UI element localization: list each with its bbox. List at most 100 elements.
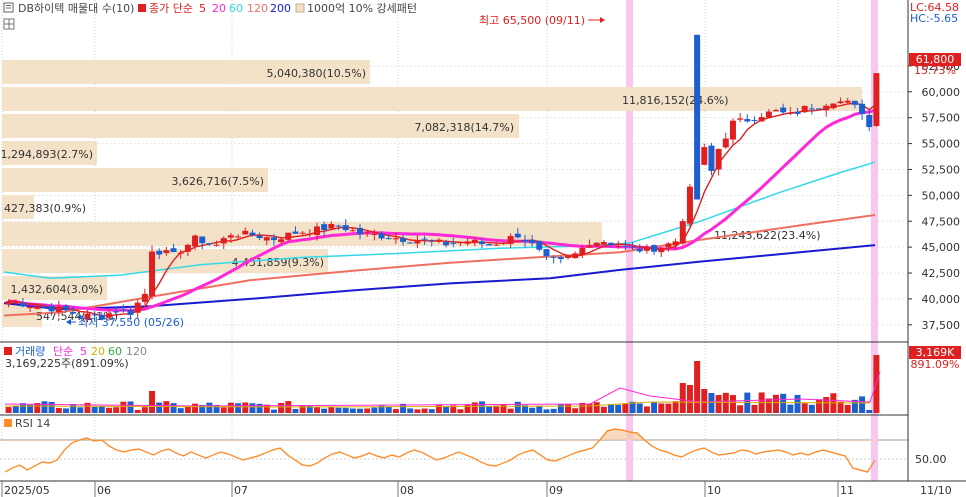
candle-body[interactable] — [665, 243, 672, 248]
candle-body[interactable] — [715, 148, 722, 170]
candle-body[interactable] — [521, 239, 528, 242]
candle-body[interactable] — [572, 253, 579, 259]
candle-body[interactable] — [493, 244, 500, 246]
candle-body[interactable] — [701, 147, 708, 165]
candle-body[interactable] — [722, 138, 729, 148]
volume-bar[interactable] — [808, 404, 815, 413]
volume-bar[interactable] — [529, 407, 536, 413]
volume-bar[interactable] — [98, 406, 105, 413]
volume-bar[interactable] — [120, 401, 127, 413]
candle-body[interactable] — [565, 256, 572, 258]
volume-bar[interactable] — [550, 408, 557, 413]
candle-body[interactable] — [773, 110, 780, 112]
volume-bar[interactable] — [794, 394, 801, 413]
volume-bar[interactable] — [622, 403, 629, 413]
volume-bar[interactable] — [701, 389, 708, 413]
candle-body[interactable] — [658, 248, 665, 253]
volume-bar[interactable] — [737, 405, 744, 413]
volume-bar[interactable] — [292, 408, 299, 413]
volume-bar[interactable] — [48, 401, 55, 413]
volume-bar[interactable] — [773, 394, 780, 413]
volume-bar[interactable] — [536, 405, 543, 413]
volume-bar[interactable] — [586, 403, 593, 413]
candle-body[interactable] — [349, 230, 356, 232]
volume-bar[interactable] — [349, 408, 356, 413]
volume-bar[interactable] — [134, 409, 141, 413]
candle-body[interactable] — [263, 237, 270, 241]
volume-bar[interactable] — [163, 401, 170, 413]
volume-bar[interactable] — [414, 409, 421, 413]
volume-bar[interactable] — [170, 403, 177, 413]
candle-body[interactable] — [794, 111, 801, 114]
candle-body[interactable] — [694, 34, 701, 200]
candle-body[interactable] — [249, 232, 256, 236]
candle-body[interactable] — [823, 105, 830, 111]
candle-body[interactable] — [679, 221, 686, 244]
volume-bar[interactable] — [5, 407, 12, 413]
candle-body[interactable] — [837, 101, 844, 104]
candle-body[interactable] — [206, 243, 213, 245]
volume-bar[interactable] — [77, 407, 84, 413]
candle-body[interactable] — [27, 306, 34, 309]
volume-bar[interactable] — [636, 403, 643, 413]
candle-body[interactable] — [866, 115, 873, 128]
candle-body[interactable] — [34, 306, 41, 309]
volume-bar[interactable] — [801, 403, 808, 413]
volume-bar[interactable] — [270, 409, 277, 413]
volume-bar[interactable] — [816, 399, 823, 413]
volume-bar[interactable] — [478, 401, 485, 413]
volume-bar[interactable] — [443, 407, 450, 413]
candle-body[interactable] — [622, 245, 629, 247]
candle-body[interactable] — [729, 120, 736, 140]
volume-bar[interactable] — [141, 407, 148, 413]
candle-body[interactable] — [844, 100, 851, 103]
candle-body[interactable] — [629, 246, 636, 248]
candle-body[interactable] — [600, 241, 607, 245]
candle-body[interactable] — [184, 244, 191, 252]
volume-bar[interactable] — [278, 402, 285, 413]
candle-body[interactable] — [364, 232, 371, 234]
volume-bar[interactable] — [192, 403, 199, 413]
candle-body[interactable] — [278, 239, 285, 243]
volume-bar[interactable] — [514, 401, 521, 413]
candle-body[interactable] — [758, 117, 765, 122]
candle-body[interactable] — [500, 242, 507, 245]
candle-body[interactable] — [615, 245, 622, 247]
candle-body[interactable] — [435, 239, 442, 242]
candle-body[interactable] — [859, 103, 866, 115]
candle-body[interactable] — [737, 118, 744, 120]
volume-bar[interactable] — [643, 406, 650, 413]
candle-body[interactable] — [536, 240, 543, 250]
volume-bar[interactable] — [421, 408, 428, 413]
candle-body[interactable] — [48, 305, 55, 312]
candle-body[interactable] — [256, 235, 263, 239]
candle-body[interactable] — [443, 242, 450, 246]
candle-body[interactable] — [134, 302, 141, 313]
volume-bar[interactable] — [70, 403, 77, 413]
candle-body[interactable] — [400, 238, 407, 242]
candle-body[interactable] — [192, 235, 199, 247]
volume-bar[interactable] — [543, 409, 550, 413]
candle-body[interactable] — [450, 242, 457, 244]
candle-body[interactable] — [808, 108, 815, 110]
candle-body[interactable] — [392, 238, 399, 240]
candle-body[interactable] — [70, 311, 77, 314]
volume-bar[interactable] — [507, 408, 514, 413]
candle-body[interactable] — [55, 306, 62, 313]
candle-body[interactable] — [421, 238, 428, 240]
candle-body[interactable] — [149, 251, 156, 297]
candle-body[interactable] — [801, 105, 808, 113]
volume-bar[interactable] — [364, 408, 371, 413]
volume-bar[interactable] — [184, 406, 191, 413]
volume-bar[interactable] — [615, 404, 622, 413]
candle-body[interactable] — [514, 233, 521, 238]
volume-bar[interactable] — [694, 361, 701, 413]
indicator-title[interactable]: DB하이텍 매물대 수(10) — [18, 1, 134, 15]
volume-bar[interactable] — [665, 403, 672, 413]
volume-bar[interactable] — [227, 402, 234, 413]
volume-bar[interactable] — [177, 408, 184, 413]
candle-body[interactable] — [177, 252, 184, 254]
volume-bar[interactable] — [313, 406, 320, 413]
candle-body[interactable] — [471, 239, 478, 243]
volume-bar[interactable] — [708, 393, 715, 413]
